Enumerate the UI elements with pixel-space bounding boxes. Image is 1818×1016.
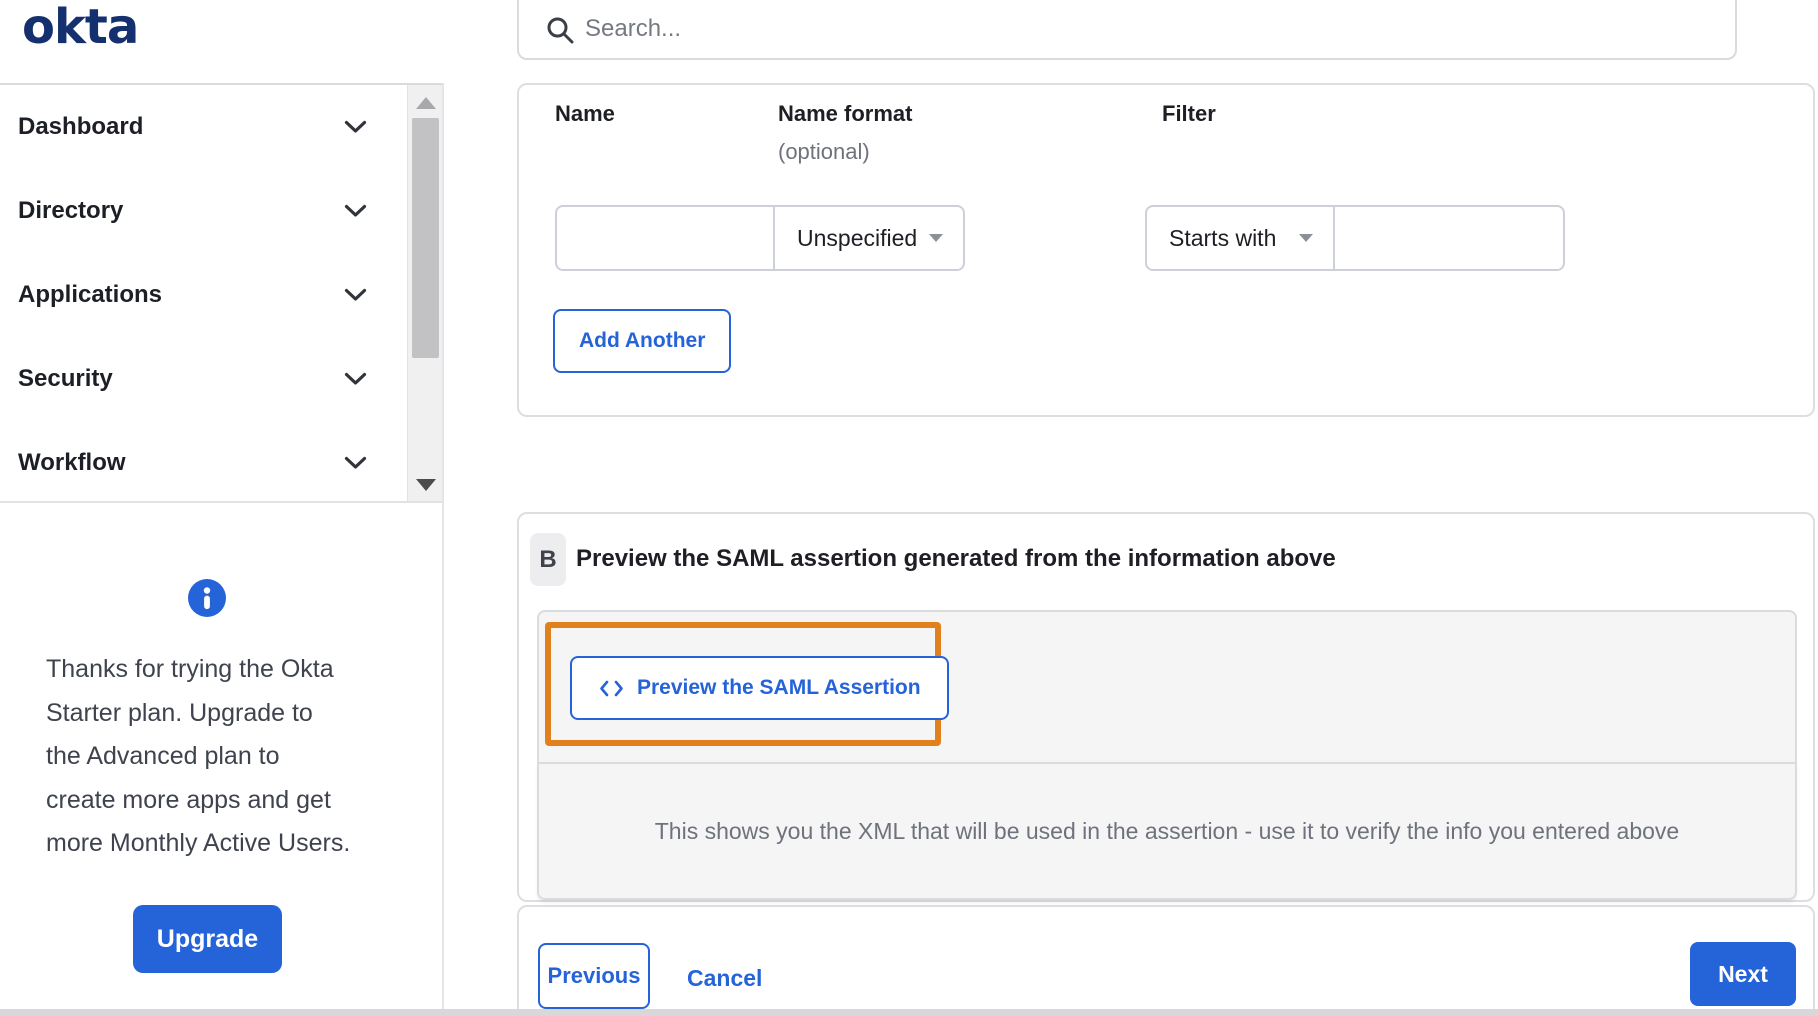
sidebar-scrollbar[interactable] [407,85,443,501]
trial-text-line: Thanks for trying the Okta [46,655,334,683]
dropdown-caret-icon [929,234,943,242]
previous-button[interactable]: Previous [538,943,650,1009]
sidebar-item-applications[interactable]: Applications [0,253,407,337]
column-subheader-optional: (optional) [778,139,870,164]
trial-notice-text: Thanks for trying the Okta Starter plan.… [46,648,350,866]
column-header-name: Name [555,101,615,126]
sidebar-nav: Dashboard Directory Applications Securit… [0,85,407,501]
select-value: Unspecified [797,224,918,251]
column-header-filter: Filter [1162,101,1216,126]
sidebar-item-directory[interactable]: Directory [0,169,407,253]
window-bottom-edge [0,1009,1818,1016]
step-b-badge: B [530,533,566,586]
sidebar-item-workflow[interactable]: Workflow [0,421,407,505]
info-icon [188,579,226,617]
chevron-down-icon [344,288,367,301]
next-button[interactable]: Next [1690,942,1796,1006]
trial-text-line: create more apps and get [46,785,331,814]
filter-type-select[interactable]: Starts with [1145,205,1335,271]
search-bar [517,0,1737,60]
sidebar-item-label: Dashboard [18,113,144,140]
scroll-down-arrow-icon[interactable] [416,479,436,491]
sidebar-item-label: Applications [18,281,163,308]
trial-text-line: Starter plan. Upgrade to [46,698,313,727]
preview-assertion-card: B Preview the SAML assertion generated f… [517,512,1815,902]
scroll-up-arrow-icon[interactable] [416,97,436,109]
upgrade-button[interactable]: Upgrade [133,905,282,973]
name-format-select[interactable]: Unspecified [773,205,965,271]
chevron-down-icon [344,204,367,217]
preview-section-heading: Preview the SAML assertion generated fro… [576,545,1336,572]
attribute-statements-card: Name Name format (optional) Filter Unspe… [517,83,1815,417]
sidebar-item-label: Security [18,365,113,392]
sidebar-nav-bottom-divider [0,501,443,503]
dropdown-caret-icon [1299,234,1313,242]
filter-value-input[interactable] [1333,205,1565,271]
chevron-down-icon [344,372,367,385]
sidebar-item-security[interactable]: Security [0,337,407,421]
column-header-name-format: Name format [778,101,913,126]
sidebar-item-label: Directory [18,197,124,224]
sidebar-item-label: Workflow [18,449,126,476]
add-another-button[interactable]: Add Another [553,309,732,373]
preview-saml-assertion-button[interactable]: Preview the SAML Assertion [570,656,949,720]
okta-logo[interactable]: okta [22,0,139,56]
search-input[interactable] [519,0,1735,58]
chevron-down-icon [344,456,367,469]
preview-description-panel: This shows you the XML that will be used… [537,764,1797,900]
trial-text-line: more Monthly Active Users. [46,829,351,857]
chevron-down-icon [344,120,367,133]
sidebar-right-divider [442,83,444,1009]
okta-admin-console: okta Dashboard Directory Applications Se… [0,0,1818,1016]
code-icon [600,680,623,696]
trial-text-line: the Advanced plan to [46,742,280,770]
select-value: Starts with [1169,224,1277,251]
cancel-link[interactable]: Cancel [687,965,762,992]
preview-button-label: Preview the SAML Assertion [637,676,921,699]
sidebar-item-dashboard[interactable]: Dashboard [0,85,407,169]
wizard-footer: Previous Cancel Next [517,905,1815,1016]
preview-description-text: This shows you the XML that will be used… [654,817,1680,844]
scrollbar-thumb[interactable] [412,118,439,358]
attribute-name-input[interactable] [555,205,775,271]
